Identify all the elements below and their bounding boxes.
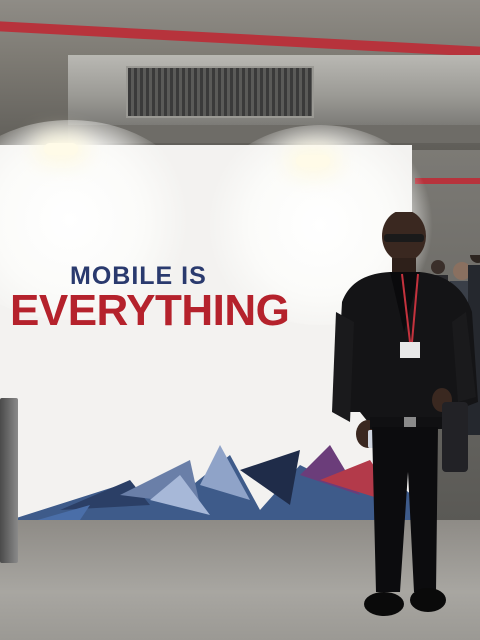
- air-vent: [126, 66, 314, 118]
- ceiling-light-left: [44, 143, 78, 155]
- banner-headline-line2: EVERYTHING: [10, 286, 290, 335]
- man-in-leather-jacket: [332, 212, 478, 616]
- photo-scene: MOBILE IS EVERYTHING: [0, 0, 480, 640]
- ceiling-light-right: [296, 155, 330, 167]
- trash-bin: [0, 398, 18, 563]
